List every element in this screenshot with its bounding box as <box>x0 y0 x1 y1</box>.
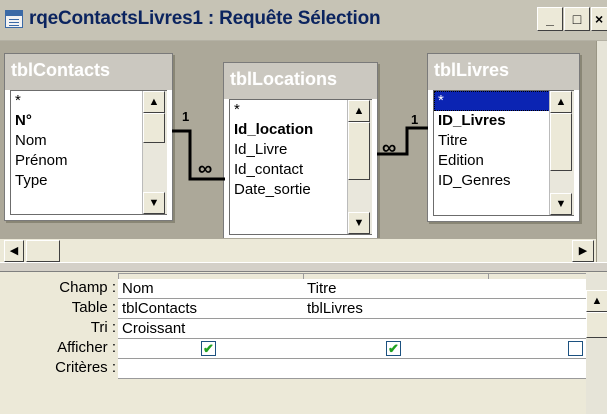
show-checkbox[interactable]: ✔ <box>386 341 401 356</box>
join-one-label: 1 <box>182 109 190 124</box>
table-title-bar[interactable]: tblLocations <box>224 63 377 99</box>
row-label-table: Table : <box>71 299 116 316</box>
arrow-up-icon[interactable]: ▲ <box>143 91 165 113</box>
show-checkbox[interactable] <box>568 341 583 356</box>
grid-cell-criteres[interactable] <box>488 359 588 379</box>
grid-cell-table[interactable]: tblContacts <box>118 299 304 319</box>
grid-cell-criteres[interactable] <box>303 359 489 379</box>
grid-cell-tri[interactable] <box>488 319 588 339</box>
scroll-thumb[interactable] <box>348 122 370 180</box>
field-list[interactable]: * N° Nom Prénom Type ▲ ▼ <box>10 90 167 215</box>
field-list[interactable]: * Id_location Id_Livre Id_contact Date_s… <box>229 99 372 235</box>
arrow-up-icon[interactable]: ▲ <box>550 91 572 113</box>
arrow-left-icon[interactable]: ◀ <box>4 240 24 262</box>
grid-cell-champ[interactable] <box>488 279 588 299</box>
table-name: tblContacts <box>11 60 110 80</box>
diagram-horizontal-scrollbar[interactable]: ◀ ▶ <box>0 238 596 263</box>
join-one-label: 1 <box>411 112 419 127</box>
grid-cell-tri[interactable] <box>303 319 489 339</box>
grid-cell-champ[interactable]: Nom <box>118 279 304 299</box>
diagram-vertical-scrollbar[interactable] <box>596 41 607 262</box>
maximize-icon: □ <box>572 11 582 27</box>
checkmark-icon: ✔ <box>203 341 214 356</box>
table-tblLocations[interactable]: tblLocations * Id_location Id_Livre Id_c… <box>223 62 378 241</box>
row-label-champ: Champ : <box>59 279 116 296</box>
table-title-bar[interactable]: tblLivres <box>428 54 579 90</box>
scroll-thumb[interactable] <box>143 113 165 143</box>
field-list-scrollbar[interactable]: ▲ ▼ <box>549 91 574 215</box>
table-name: tblLocations <box>230 69 337 89</box>
grid-cell-tri[interactable]: Croissant <box>118 319 304 339</box>
table-name: tblLivres <box>434 60 510 80</box>
close-icon: × <box>595 11 604 27</box>
grid-cell-afficher[interactable]: ✔ <box>118 339 304 359</box>
join-line-contacts-locations[interactable] <box>172 121 226 191</box>
field-list-scrollbar[interactable]: ▲ ▼ <box>347 100 372 234</box>
arrow-up-icon[interactable]: ▲ <box>586 290 607 312</box>
scroll-thumb[interactable] <box>550 113 572 171</box>
grid-cell-champ[interactable]: Titre <box>303 279 489 299</box>
arrow-down-icon[interactable]: ▼ <box>143 192 165 214</box>
pane-splitter[interactable] <box>0 262 607 272</box>
scroll-thumb[interactable] <box>586 312 607 338</box>
maximize-button[interactable]: □ <box>564 7 590 31</box>
field-list-scrollbar[interactable]: ▲ ▼ <box>142 91 167 214</box>
row-label-criteres: Critères : <box>55 359 116 376</box>
arrow-down-icon[interactable]: ▼ <box>550 193 572 215</box>
grid-vertical-scrollbar[interactable]: ▲ <box>586 273 607 414</box>
arrow-down-icon[interactable]: ▼ <box>348 212 370 234</box>
grid-cell-criteres[interactable] <box>118 359 304 379</box>
minimize-button[interactable]: _ <box>537 7 563 31</box>
window-title: rqeContactsLivres1 : Requête Sélection <box>29 8 381 29</box>
join-many-label: ∞ <box>198 158 213 180</box>
arrow-right-icon[interactable]: ▶ <box>572 240 594 262</box>
row-label-afficher: Afficher : <box>57 339 116 356</box>
title-bar[interactable]: rqeContactsLivres1 : Requête Sélection _… <box>0 0 607 41</box>
table-tblLivres[interactable]: tblLivres * ID_Livres Titre Edition ID_G… <box>427 53 580 222</box>
table-tblContacts[interactable]: tblContacts * N° Nom Prénom Type ▲ ▼ <box>4 53 173 221</box>
grid-cell-afficher[interactable]: ✔ <box>303 339 489 359</box>
grid-cell-afficher[interactable] <box>488 339 588 359</box>
join-many-label: ∞ <box>382 137 397 159</box>
minimize-icon: _ <box>546 11 554 27</box>
close-button[interactable]: × <box>591 7 607 31</box>
show-checkbox[interactable]: ✔ <box>201 341 216 356</box>
row-label-tri: Tri : <box>90 319 116 336</box>
field-list[interactable]: * ID_Livres Titre Edition ID_Genres ▲ ▼ <box>433 90 574 216</box>
grid-cell-table[interactable] <box>488 299 588 319</box>
query-design-grid[interactable]: Champ : Table : Tri : Afficher : Critère… <box>0 273 607 414</box>
query-app-icon <box>5 10 23 28</box>
table-title-bar[interactable]: tblContacts <box>5 54 172 90</box>
scroll-thumb[interactable] <box>26 240 60 262</box>
grid-cell-table[interactable]: tblLivres <box>303 299 489 319</box>
arrow-up-icon[interactable]: ▲ <box>348 100 370 122</box>
checkmark-icon: ✔ <box>388 341 399 356</box>
table-diagram-pane[interactable]: tblContacts * N° Nom Prénom Type ▲ ▼ tbl… <box>0 41 596 241</box>
